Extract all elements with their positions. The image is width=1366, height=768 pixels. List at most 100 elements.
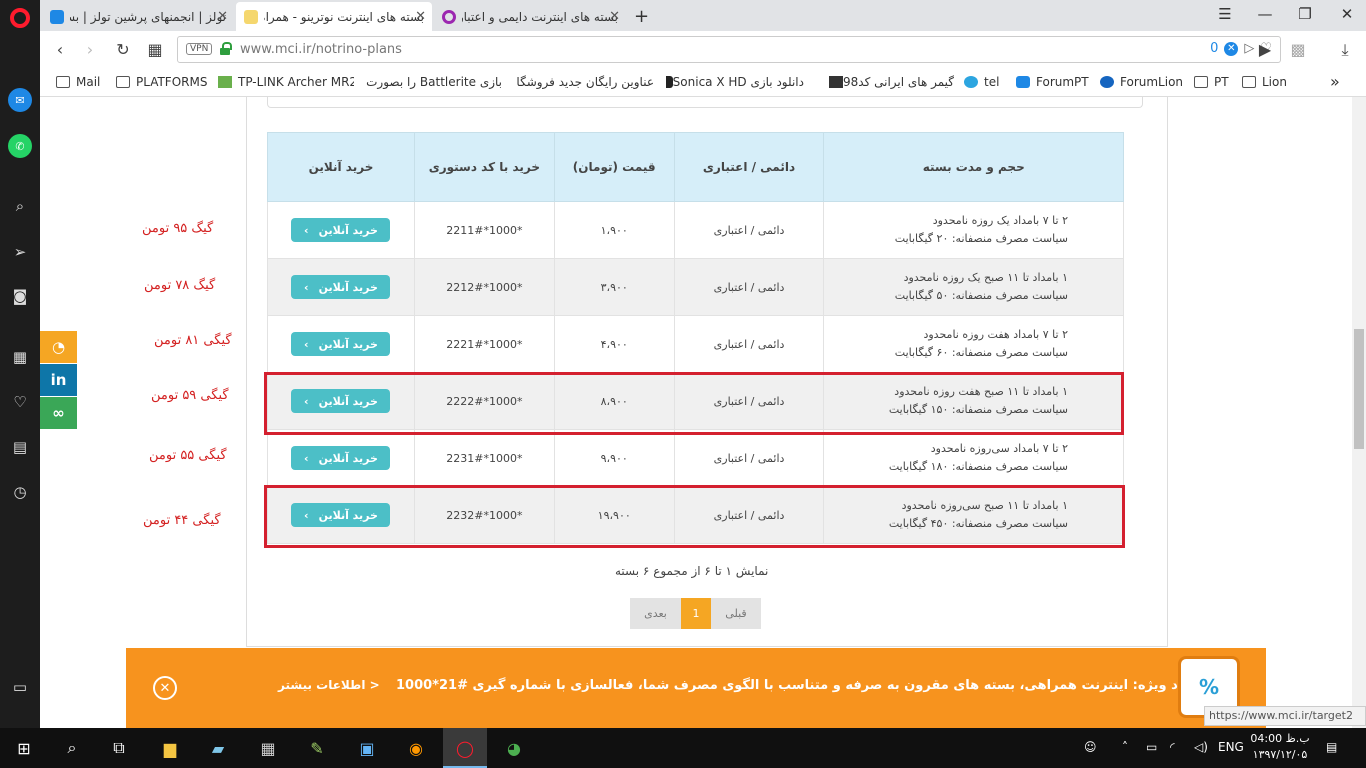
close-window-icon[interactable]: ✕ [1336, 5, 1358, 23]
linkedin-icon[interactable]: in [40, 364, 77, 396]
extension-icon[interactable]: ▩ [1288, 40, 1308, 59]
bookmark-forumpt[interactable]: ForumPT [1016, 75, 1102, 89]
people-icon[interactable]: ☺ [1084, 740, 1097, 754]
chevron-icon: › [304, 337, 309, 351]
plan-code: *1000*2221# [413, 315, 555, 373]
pagination: بعدی 1 قبلی [630, 598, 761, 629]
search-icon[interactable]: ⌕ [8, 194, 32, 218]
windows-start-icon[interactable]: ⊞ [12, 736, 36, 760]
bookmark-lion[interactable]: Lion [1242, 75, 1298, 89]
notifications-icon[interactable]: ▤ [1326, 740, 1337, 754]
send-icon[interactable]: ➢ [8, 240, 32, 264]
volume-icon[interactable]: ◁) [1194, 740, 1208, 754]
status-url: https://www.mci.ir/target2 [1204, 706, 1366, 726]
more-bookmarks-button[interactable]: » [1330, 72, 1340, 91]
news-icon[interactable]: ▤ [8, 435, 32, 459]
table-row: ۱ بامداد تا ۱۱ صبح یک روزه نامحدود سیاست … [267, 258, 1124, 316]
task-view-icon[interactable]: ⧉ [107, 736, 131, 760]
heart-icon[interactable]: ♡ [8, 390, 32, 414]
file-explorer-icon[interactable]: ▆ [158, 736, 182, 760]
header-type: دائمی / اعتباری [673, 132, 825, 202]
next-page-button[interactable]: بعدی [630, 598, 681, 629]
page-scrollbar[interactable] [1352, 97, 1366, 728]
game-app-icon[interactable]: ◉ [404, 736, 428, 760]
plan-price: ۳،۹۰۰ [553, 258, 675, 316]
sidebar-toggle-icon[interactable]: ▭ [8, 675, 32, 699]
vpn-badge[interactable]: VPN [186, 43, 213, 55]
plan-code: *1000*2212# [413, 258, 555, 316]
paint-icon[interactable]: ✎ [305, 736, 329, 760]
bookmark-pt[interactable]: PT [1194, 75, 1238, 89]
bookmark-tel[interactable]: tel [964, 75, 1014, 89]
forward-icon[interactable]: › [80, 40, 100, 59]
network-app-icon[interactable]: ▣ [355, 736, 379, 760]
download-icon[interactable]: ⤓ [1335, 40, 1355, 60]
new-tab-button[interactable]: + [626, 2, 656, 31]
speed-dial-icon[interactable]: ▦ [8, 345, 32, 369]
close-banner-icon[interactable]: ✕ [153, 676, 177, 700]
tab-bar: تولز | انجمنهای پرشین تولز | بسته ها ✕ ب… [40, 0, 1366, 31]
mci-icon [244, 9, 258, 24]
infinity-icon[interactable]: ∞ [40, 397, 77, 429]
tab-persiantools[interactable]: تولز | انجمنهای پرشین تولز | بسته ها ✕ [42, 2, 234, 31]
plan-type: دائمی / اعتباری [673, 201, 825, 259]
tab-menu-icon[interactable]: ☰ [1214, 5, 1236, 23]
adblock-icon[interactable]: ✕ [1224, 41, 1239, 56]
lock-icon[interactable] [220, 42, 232, 55]
clock[interactable]: 04:00 ب.ظ ۱۳۹۷/۱۲/۰۵ [1250, 731, 1310, 763]
tray-expand-icon[interactable]: ˄ [1122, 740, 1128, 754]
wifi-icon[interactable]: ◜ [1170, 740, 1175, 754]
bookmark-tplink[interactable]: TP-LINK Archer MR200 [218, 75, 354, 89]
bookmark-mail[interactable]: Mail [56, 75, 116, 89]
whatsapp-icon[interactable]: ✆ [8, 134, 32, 158]
globe-app-icon[interactable]: ◕ [502, 736, 526, 760]
maximize-icon[interactable]: ❐ [1294, 5, 1316, 23]
chevron-icon: › [304, 223, 309, 237]
url-text[interactable]: www.mci.ir/notrino-plans [240, 42, 402, 57]
bookmark-battlerite[interactable]: بازی Battlerite را بصورت [366, 75, 502, 89]
language-indicator[interactable]: ENG [1218, 740, 1244, 754]
battery-icon[interactable]: ▭ [1146, 740, 1157, 754]
camera-icon[interactable]: ◙ [8, 284, 32, 308]
folder-icon [116, 76, 130, 88]
minimize-icon[interactable]: — [1254, 5, 1276, 23]
tab-internet-plans[interactable]: بسته های اینترنت دایمی و اعتباری ✕ [434, 2, 626, 31]
bookmark-sonica[interactable]: دانلود بازی Sonica X HD [666, 75, 804, 89]
bookmark-iranian-gamers[interactable]: گیمر های ایرانی کد98 [816, 75, 954, 89]
bookmark-platforms[interactable]: PLATFORMS [116, 75, 216, 89]
close-icon[interactable]: ✕ [609, 9, 620, 24]
back-icon[interactable]: ‹ [50, 40, 70, 59]
close-icon[interactable]: ✕ [217, 9, 228, 24]
snap-icon[interactable]: ▷ [1244, 41, 1254, 56]
opera-taskbar-icon[interactable]: ◯ [453, 736, 477, 760]
close-icon[interactable]: ✕ [415, 9, 426, 24]
prev-page-button[interactable]: قبلی [711, 598, 761, 629]
tab-notrino[interactable]: بسته های اینترنت نوترینو - همراه اول ✕ [236, 2, 432, 31]
opera-logo-icon[interactable] [10, 8, 30, 28]
calculator-icon[interactable]: ▦ [256, 736, 280, 760]
scrollbar-thumb[interactable] [1354, 329, 1364, 449]
buy-online-button[interactable]: خرید آنلاین › [291, 218, 391, 242]
reload-icon[interactable]: ↻ [113, 40, 133, 59]
bookmark-forumlion[interactable]: ForumLion [1100, 75, 1196, 89]
plan-code: *1000*2231# [413, 429, 555, 487]
document-icon [829, 76, 844, 88]
flow-icon[interactable]: ▶ [1255, 40, 1275, 59]
more-info-link[interactable]: اطلاعات بیشتر > [278, 678, 380, 692]
buy-online-button[interactable]: خرید آنلاین › [291, 446, 391, 470]
buy-online-button[interactable]: خرید آنلاین › [291, 332, 391, 356]
tab-grid-icon[interactable]: ▦ [145, 40, 165, 59]
history-icon[interactable]: ◷ [8, 480, 32, 504]
notepad-icon[interactable]: ▰ [206, 736, 230, 760]
search-icon[interactable]: ⌕ [60, 736, 84, 760]
banner-text: پیشنهاد ویژه: اینترنت همراهی، بسته های م… [396, 678, 1227, 693]
rss-icon[interactable]: ◔ [40, 331, 77, 363]
url-field[interactable]: VPN www.mci.ir/notrino-plans 0 ✕ ▷ ♡ [177, 36, 1281, 63]
game-site-icon [666, 76, 673, 88]
messenger-icon[interactable]: ✉ [8, 88, 32, 112]
header-price: قیمت (تومان) [553, 132, 675, 202]
opera-sidebar: ✉ ✆ ⌕ ➢ ◙ ▦ ♡ ▤ ◷ ▭ [0, 0, 40, 728]
page-1-button[interactable]: 1 [681, 598, 711, 629]
buy-online-button[interactable]: خرید آنلاین › [291, 275, 391, 299]
bookmark-free-games[interactable]: عناوین رایگان جدید فروشگاه [516, 75, 654, 89]
